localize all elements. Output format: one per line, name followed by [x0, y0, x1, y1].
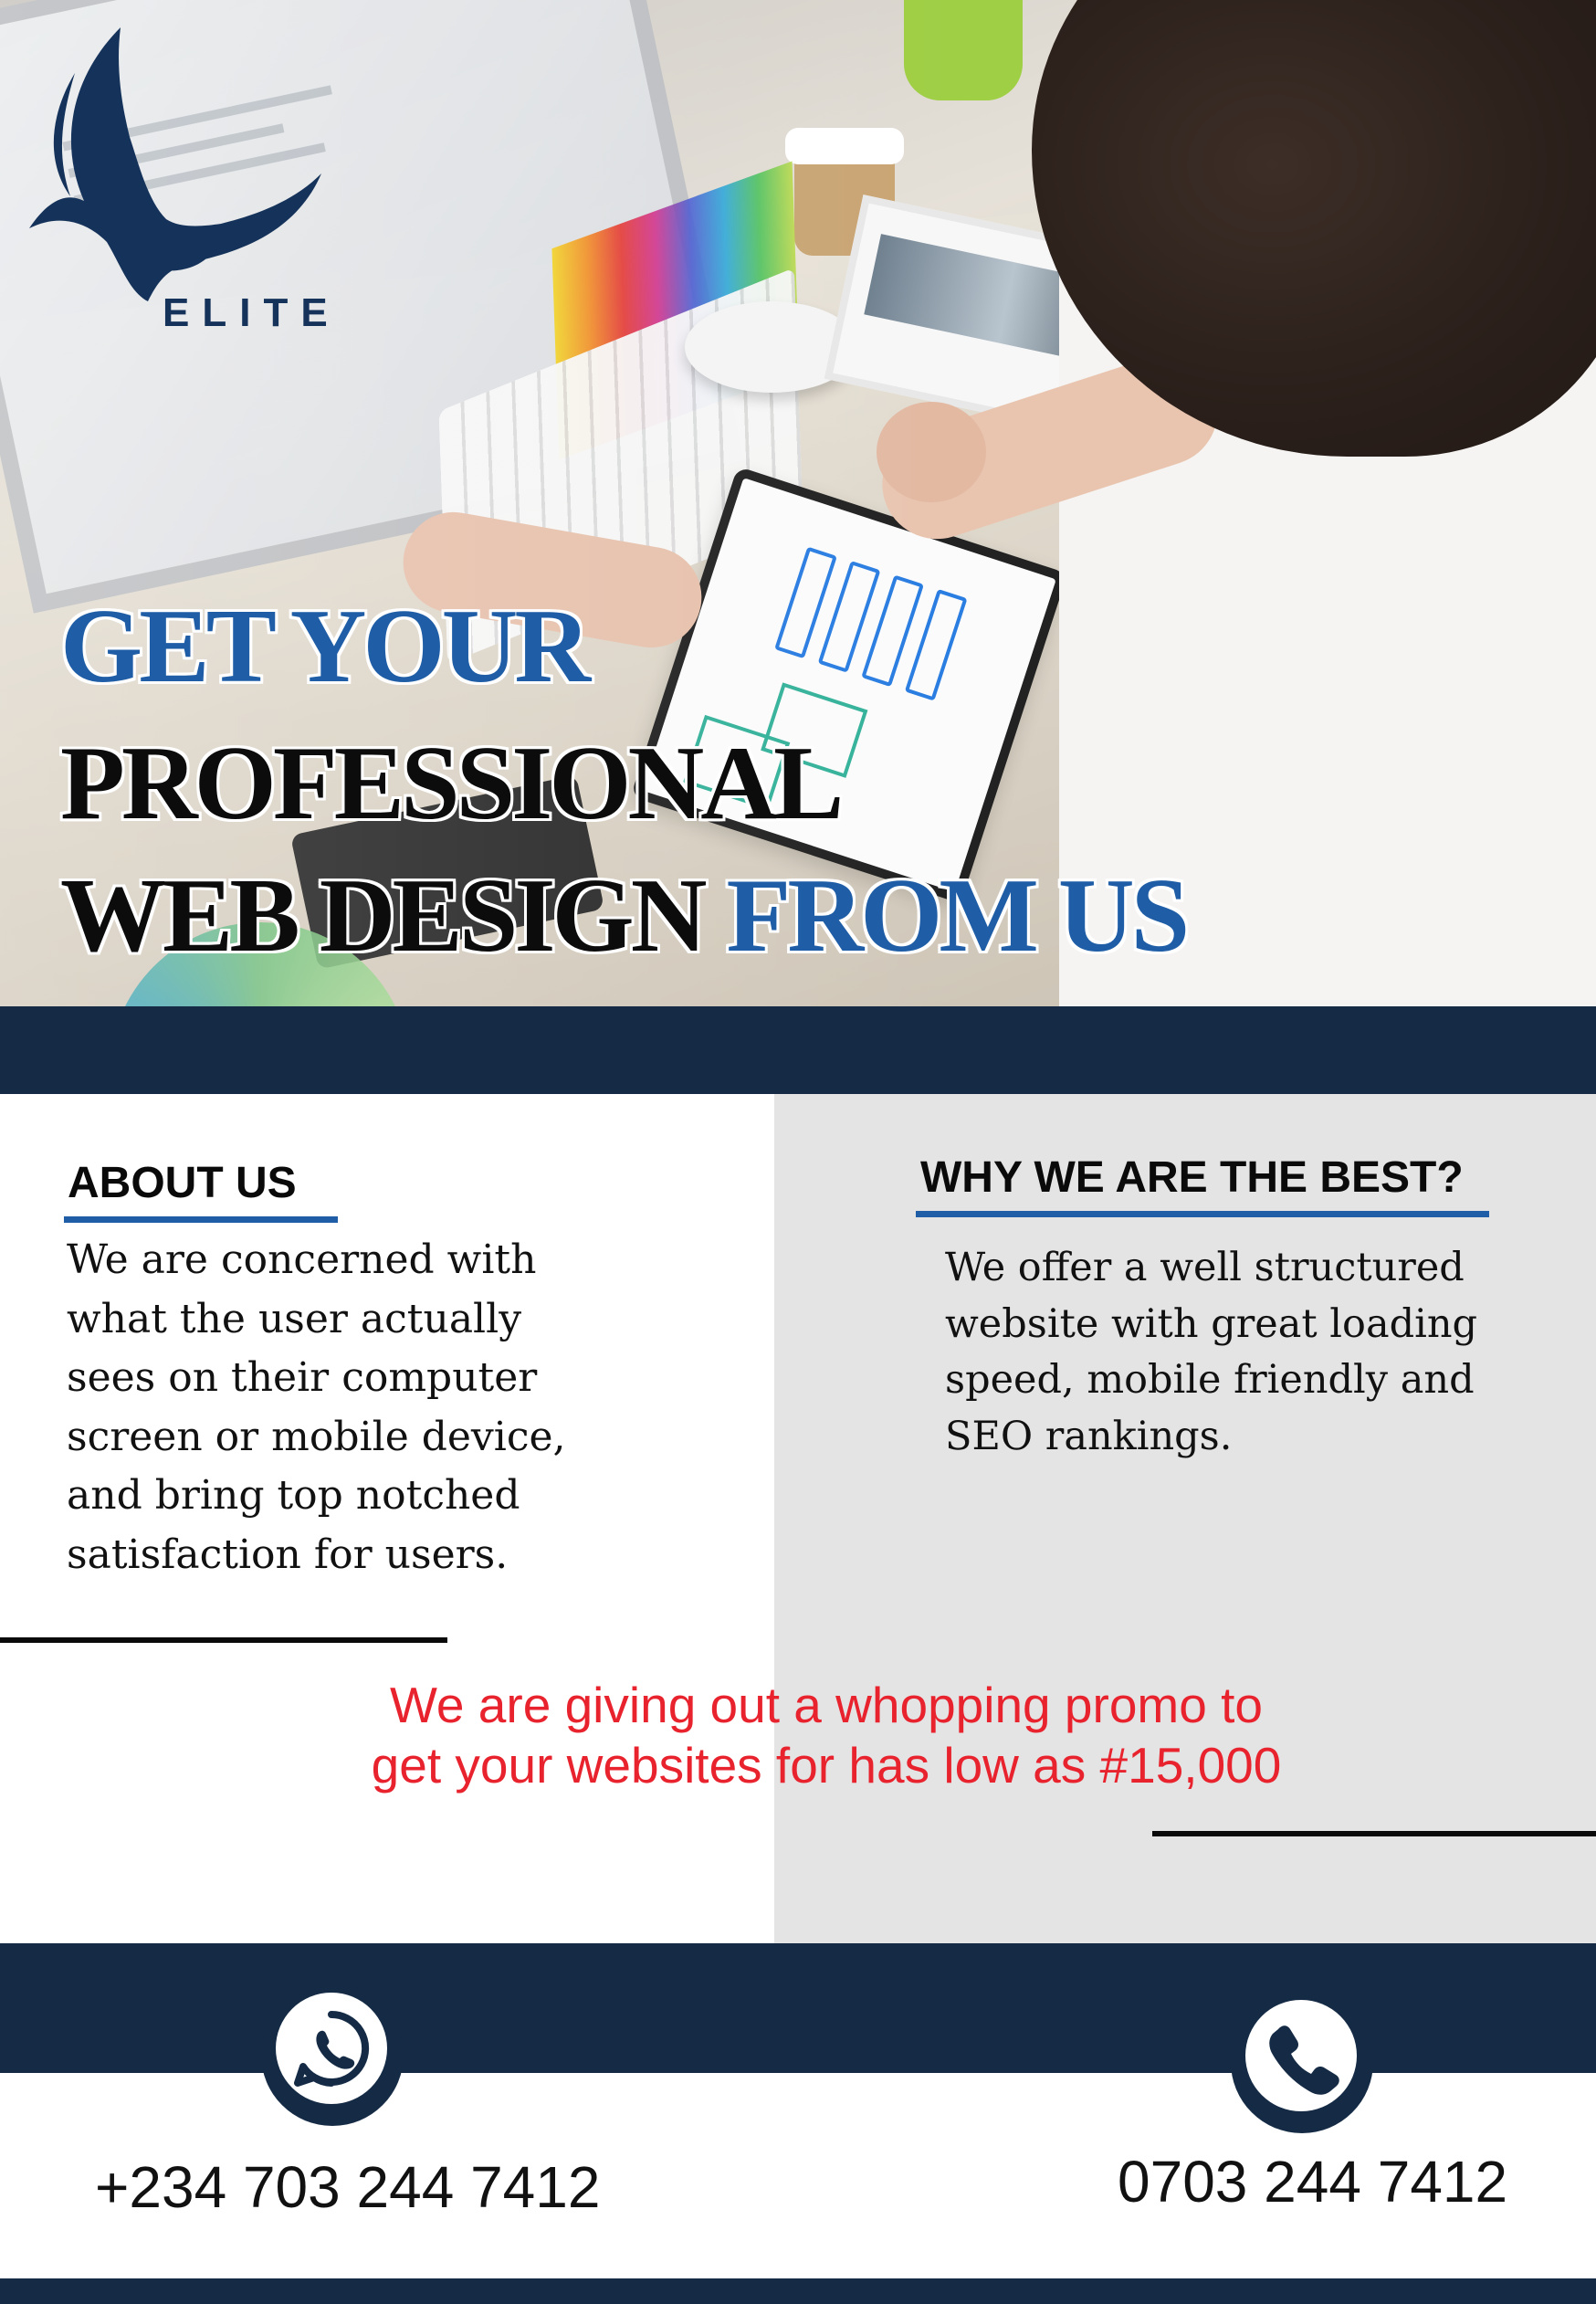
about-line: sees on their computer	[67, 1354, 538, 1401]
about-line: and bring top notched	[67, 1472, 520, 1519]
brand-name: ELITE	[163, 290, 341, 335]
why-text: We offer a well structured website with …	[945, 1240, 1477, 1465]
headline-line-3a: WEB DESIGN	[60, 857, 708, 974]
why-line: SEO rankings.	[945, 1413, 1233, 1459]
about-line: screen or mobile device,	[67, 1413, 566, 1460]
headline-line-3: WEB DESIGN FROM US	[60, 863, 1190, 969]
about-line: what the user actually	[67, 1295, 522, 1342]
about-title-underline	[64, 1216, 338, 1223]
left-divider	[0, 1637, 447, 1643]
headline-line-1: GET YOUR	[60, 588, 591, 705]
promo-line-1: We are giving out a whopping promo to	[390, 1677, 1263, 1733]
top-band	[0, 1006, 1596, 1094]
about-title: ABOUT US	[68, 1159, 297, 1207]
phone-icon	[1269, 2025, 1339, 2095]
whatsapp-number[interactable]: +234 703 244 7412	[95, 2153, 600, 2221]
call-button-inner	[1245, 2000, 1357, 2111]
why-line: website with great loading	[945, 1300, 1478, 1347]
why-line: speed, mobile friendly and	[945, 1357, 1475, 1403]
whatsapp-icon	[294, 2010, 370, 2087]
footer-band	[0, 2278, 1596, 2304]
right-divider	[1152, 1831, 1596, 1836]
call-button[interactable]	[1231, 1991, 1373, 2133]
about-text: We are concerned with what the user actu…	[67, 1231, 566, 1584]
why-title-underline	[916, 1211, 1489, 1217]
phone-number[interactable]: 0703 244 7412	[1118, 2148, 1507, 2215]
promo-text: We are giving out a whopping promo to ge…	[274, 1675, 1379, 1795]
headline-line-3b: FROM US	[726, 857, 1191, 974]
about-line: We are concerned with	[67, 1236, 537, 1283]
headline-line-2: PROFESSIONAL	[60, 725, 844, 842]
why-line: We offer a well structured	[945, 1245, 1465, 1290]
whatsapp-button[interactable]	[261, 1983, 404, 2126]
why-panel-background	[774, 1094, 1596, 1943]
whatsapp-button-inner	[276, 1993, 387, 2104]
about-line: satisfaction for users.	[67, 1531, 509, 1578]
why-title: WHY WE ARE THE BEST?	[920, 1153, 1464, 1202]
promo-line-2: get your websites for has low as #15,000	[371, 1737, 1282, 1794]
